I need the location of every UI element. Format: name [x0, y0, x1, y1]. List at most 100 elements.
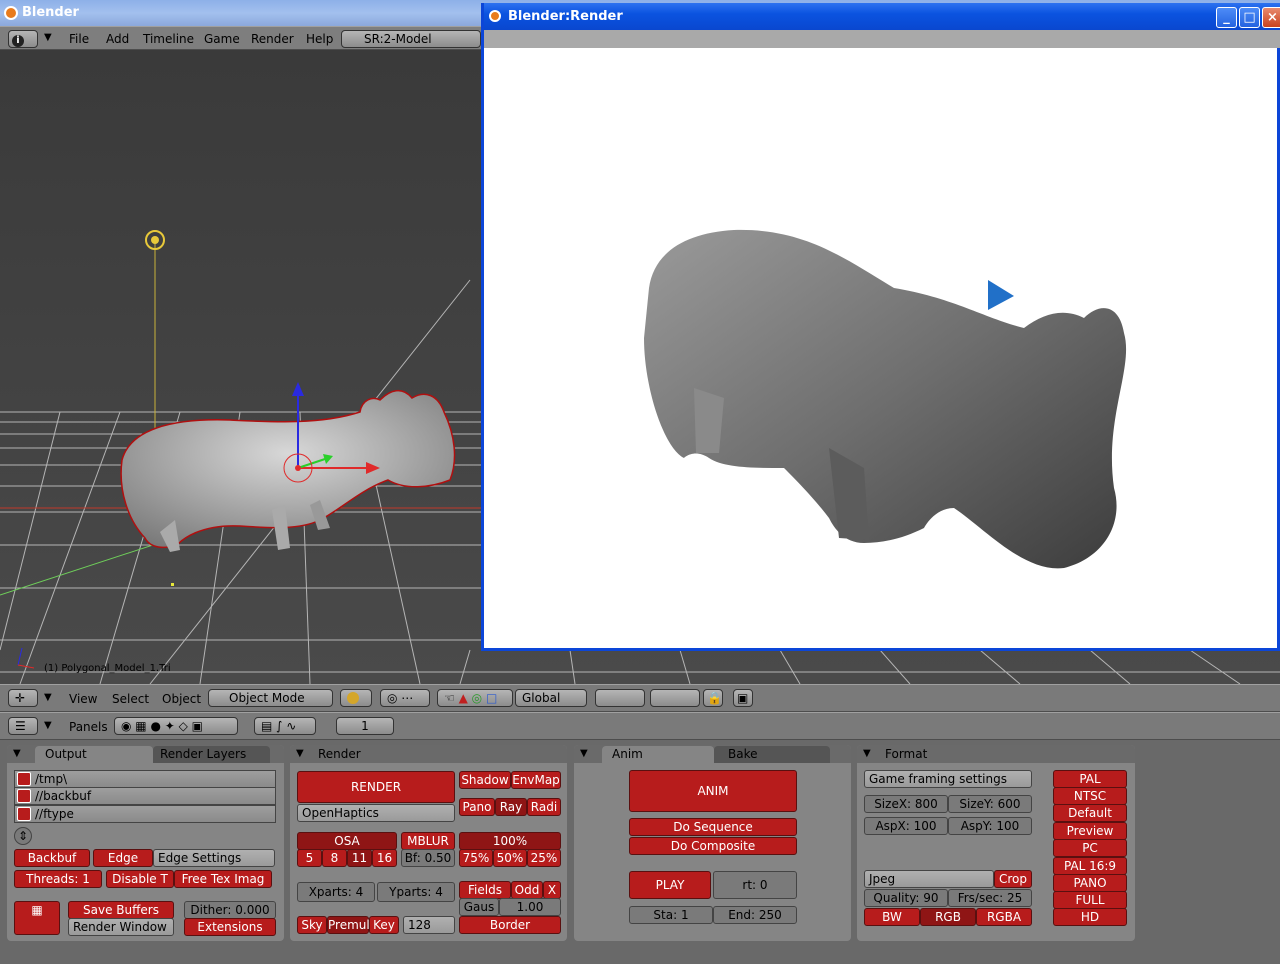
preset-hd-button[interactable]: HD: [1053, 908, 1127, 926]
osa-16-button[interactable]: 16: [372, 849, 397, 867]
screen-selector[interactable]: SR:2-Model: [341, 30, 481, 48]
do-composite-button[interactable]: Do Composite: [629, 837, 797, 855]
preset-full-button[interactable]: FULL: [1053, 891, 1127, 909]
info-icon[interactable]: i: [8, 30, 38, 48]
pivot-selector[interactable]: ◎ ⋯: [380, 689, 430, 707]
key-button[interactable]: Key: [369, 916, 399, 934]
preset-selector[interactable]: Game framing settings: [864, 770, 1032, 788]
osa-button[interactable]: OSA: [297, 832, 397, 850]
menu-help[interactable]: Help: [306, 27, 333, 51]
x-button[interactable]: X: [543, 881, 561, 899]
percent-100-button[interactable]: 100%: [459, 832, 561, 850]
editor-type-icon[interactable]: ☰: [8, 717, 38, 735]
close-button[interactable]: ×: [1262, 7, 1280, 28]
osa-11-button[interactable]: 11: [347, 849, 372, 867]
edge-settings-button[interactable]: Edge Settings: [153, 849, 275, 867]
collapse-arrow-icon[interactable]: ▼: [44, 692, 52, 703]
renderer-selector[interactable]: OpenHaptics: [297, 804, 455, 822]
output-path-field[interactable]: /tmp\: [14, 770, 276, 788]
layers-block-2[interactable]: [650, 689, 700, 707]
percent-50-button[interactable]: 50%: [493, 849, 527, 867]
menu-file[interactable]: File: [69, 27, 89, 51]
sky-button[interactable]: Sky: [297, 916, 327, 934]
shading-selector[interactable]: [340, 689, 372, 707]
filter-selector[interactable]: Gaus: [459, 898, 499, 916]
filter-size-field[interactable]: 1.00: [499, 898, 561, 916]
quality-field[interactable]: Quality: 90: [864, 889, 948, 907]
dispview-grid-button[interactable]: ▦: [14, 901, 60, 935]
orientation-selector[interactable]: Global: [515, 689, 587, 707]
rt-field[interactable]: rt: 0: [713, 871, 797, 899]
render-preview-icon[interactable]: ▣: [733, 689, 753, 707]
render-window-selector[interactable]: Render Window: [68, 918, 174, 936]
fps-field[interactable]: Frs/sec: 25: [948, 889, 1032, 907]
play-button[interactable]: PLAY: [629, 871, 711, 899]
render-window[interactable]: Blender:Render _ □ ×: [481, 3, 1280, 651]
menu-game[interactable]: Game: [204, 27, 240, 51]
edge-button[interactable]: Edge: [93, 849, 153, 867]
menu-add[interactable]: Add: [106, 27, 129, 51]
preset-pc-button[interactable]: PC: [1053, 839, 1127, 857]
fields-button[interactable]: Fields: [459, 881, 511, 899]
collapse-arrow-icon[interactable]: ▼: [44, 32, 52, 43]
radi-button[interactable]: Radi: [527, 798, 561, 816]
preset-pal-button[interactable]: PAL: [1053, 770, 1127, 788]
menu-timeline[interactable]: Timeline: [143, 27, 194, 51]
tab-bake[interactable]: Bake: [728, 745, 758, 763]
tab-anim[interactable]: Anim: [612, 745, 643, 763]
collapse-arrow-icon[interactable]: ▼: [13, 745, 21, 763]
maximize-button[interactable]: □: [1239, 7, 1260, 28]
premul-button[interactable]: Premul: [327, 916, 370, 934]
output-options-button[interactable]: ⇕: [14, 827, 32, 845]
osa-8-button[interactable]: 8: [322, 849, 347, 867]
collapse-arrow-icon[interactable]: ▼: [296, 745, 304, 763]
start-frame-field[interactable]: Sta: 1: [629, 906, 713, 924]
collapse-arrow-icon[interactable]: ▼: [863, 745, 871, 763]
manipulator-toggles[interactable]: ☜ ▲ ◎ □: [437, 689, 513, 707]
preset-default-button[interactable]: Default: [1053, 804, 1127, 822]
odd-button[interactable]: Odd: [511, 881, 543, 899]
percent-25-button[interactable]: 25%: [527, 849, 561, 867]
save-buffers-button[interactable]: Save Buffers: [68, 901, 174, 919]
aspx-field[interactable]: AspX: 100: [864, 817, 948, 835]
threads-field[interactable]: Threads: 1: [14, 870, 102, 888]
osa-5-button[interactable]: 5: [297, 849, 322, 867]
ftype-path-field[interactable]: //ftype: [14, 805, 276, 823]
shadow-button[interactable]: Shadow: [459, 771, 511, 789]
preset-ntsc-button[interactable]: NTSC: [1053, 787, 1127, 805]
scene-subcontext-buttons[interactable]: ▤ ∫ ∿: [254, 717, 316, 735]
rgba-button[interactable]: RGBA: [976, 908, 1032, 926]
minimize-button[interactable]: _: [1216, 7, 1237, 28]
bits-selector[interactable]: 128: [403, 916, 455, 934]
crop-button[interactable]: Crop: [994, 870, 1032, 888]
mblur-button[interactable]: MBLUR: [401, 832, 455, 850]
tab-render-layers[interactable]: Render Layers: [160, 745, 246, 763]
aspy-field[interactable]: AspY: 100: [948, 817, 1032, 835]
percent-75-button[interactable]: 75%: [459, 849, 493, 867]
lock-icon[interactable]: 🔒: [703, 689, 723, 707]
preset-preview-button[interactable]: Preview: [1053, 822, 1127, 840]
yparts-field[interactable]: Yparts: 4: [377, 882, 455, 902]
menu-select[interactable]: Select: [112, 687, 149, 711]
render-button[interactable]: RENDER: [297, 771, 455, 803]
dither-field[interactable]: Dither: 0.000: [184, 901, 276, 919]
backbuf-path-field[interactable]: //backbuf: [14, 787, 276, 805]
xparts-field[interactable]: Xparts: 4: [297, 882, 375, 902]
end-frame-field[interactable]: End: 250: [713, 906, 797, 924]
sizex-field[interactable]: SizeX: 800: [864, 795, 948, 813]
mode-selector[interactable]: Object Mode: [208, 689, 333, 707]
border-button[interactable]: Border: [459, 916, 561, 934]
file-format-selector[interactable]: Jpeg: [864, 870, 994, 888]
menu-render[interactable]: Render: [251, 27, 294, 51]
free-tex-images-button[interactable]: Free Tex Imag: [174, 870, 272, 888]
disable-tex-button[interactable]: Disable T: [106, 870, 174, 888]
bf-field[interactable]: Bf: 0.50: [401, 849, 455, 867]
anim-button[interactable]: ANIM: [629, 770, 797, 812]
preset-pal169-button[interactable]: PAL 16:9: [1053, 857, 1127, 875]
backbuf-button[interactable]: Backbuf: [14, 849, 90, 867]
do-sequence-button[interactable]: Do Sequence: [629, 818, 797, 836]
pano-button[interactable]: Pano: [459, 798, 495, 816]
tab-output[interactable]: Output: [45, 745, 87, 763]
menu-view[interactable]: View: [69, 687, 97, 711]
preset-pano-button[interactable]: PANO: [1053, 874, 1127, 892]
